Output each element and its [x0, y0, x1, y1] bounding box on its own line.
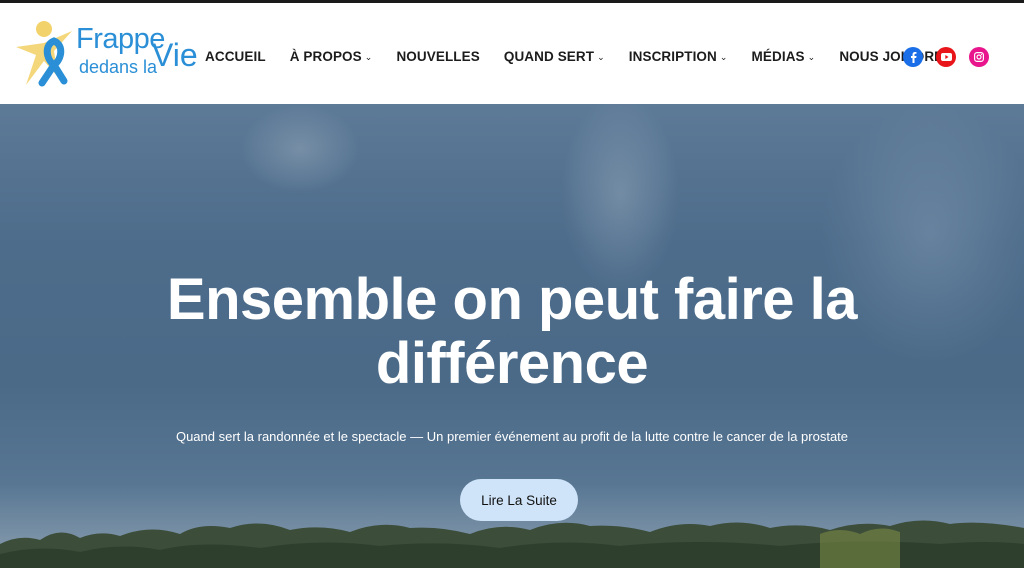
nav-label: QUAND SERT [503, 49, 595, 64]
sky-haze [240, 104, 360, 194]
nav-label: À PROPOS [289, 49, 362, 64]
nav-item-accueil[interactable]: ACCUEIL [205, 49, 266, 64]
nav-item-nouvelles[interactable]: NOUVELLES [396, 49, 479, 64]
logo-figure-icon [16, 21, 72, 87]
nav-label: ACCUEIL [205, 49, 266, 64]
nav-item-quand-sert[interactable]: QUAND SERT ⌄ [504, 49, 605, 64]
logo-text-dedans: dedans la [79, 57, 158, 77]
nav-item-a-propos[interactable]: À PROPOS ⌄ [290, 49, 373, 64]
chevron-down-icon: ⌄ [364, 51, 373, 62]
chevron-down-icon: ⌄ [807, 51, 816, 62]
read-more-button[interactable]: Lire La Suite [460, 479, 578, 521]
nav-item-medias[interactable]: MÉDIAS ⌄ [752, 49, 816, 64]
nav-label: NOUVELLES [396, 49, 480, 64]
nav-label: MÉDIAS [751, 49, 805, 64]
nav-label: INSCRIPTION [628, 49, 717, 64]
social-links [903, 47, 1002, 67]
hero-subtitle: Quand sert la randonnée et le spectacle … [175, 429, 849, 444]
logo-text-vie: Vie [152, 37, 198, 73]
nav-item-inscription[interactable]: INSCRIPTION ⌄ [629, 49, 728, 64]
sky-haze [560, 104, 680, 294]
chevron-down-icon: ⌄ [597, 51, 605, 62]
youtube-icon[interactable] [936, 47, 956, 67]
site-logo[interactable]: Frappe dedans la Vie [14, 19, 198, 89]
instagram-icon[interactable] [969, 47, 989, 67]
facebook-icon[interactable] [903, 47, 923, 67]
site-header: Frappe dedans la Vie ACCUEIL À PROPOS ⌄ … [0, 3, 1024, 104]
chevron-down-icon: ⌄ [719, 51, 728, 62]
hero-title: Ensemble on peut faire la différence [166, 267, 858, 396]
hero-banner: Ensemble on peut faire la différence Qua… [0, 104, 1024, 568]
main-navigation: ACCUEIL À PROPOS ⌄ NOUVELLES QUAND SERT … [205, 6, 978, 107]
